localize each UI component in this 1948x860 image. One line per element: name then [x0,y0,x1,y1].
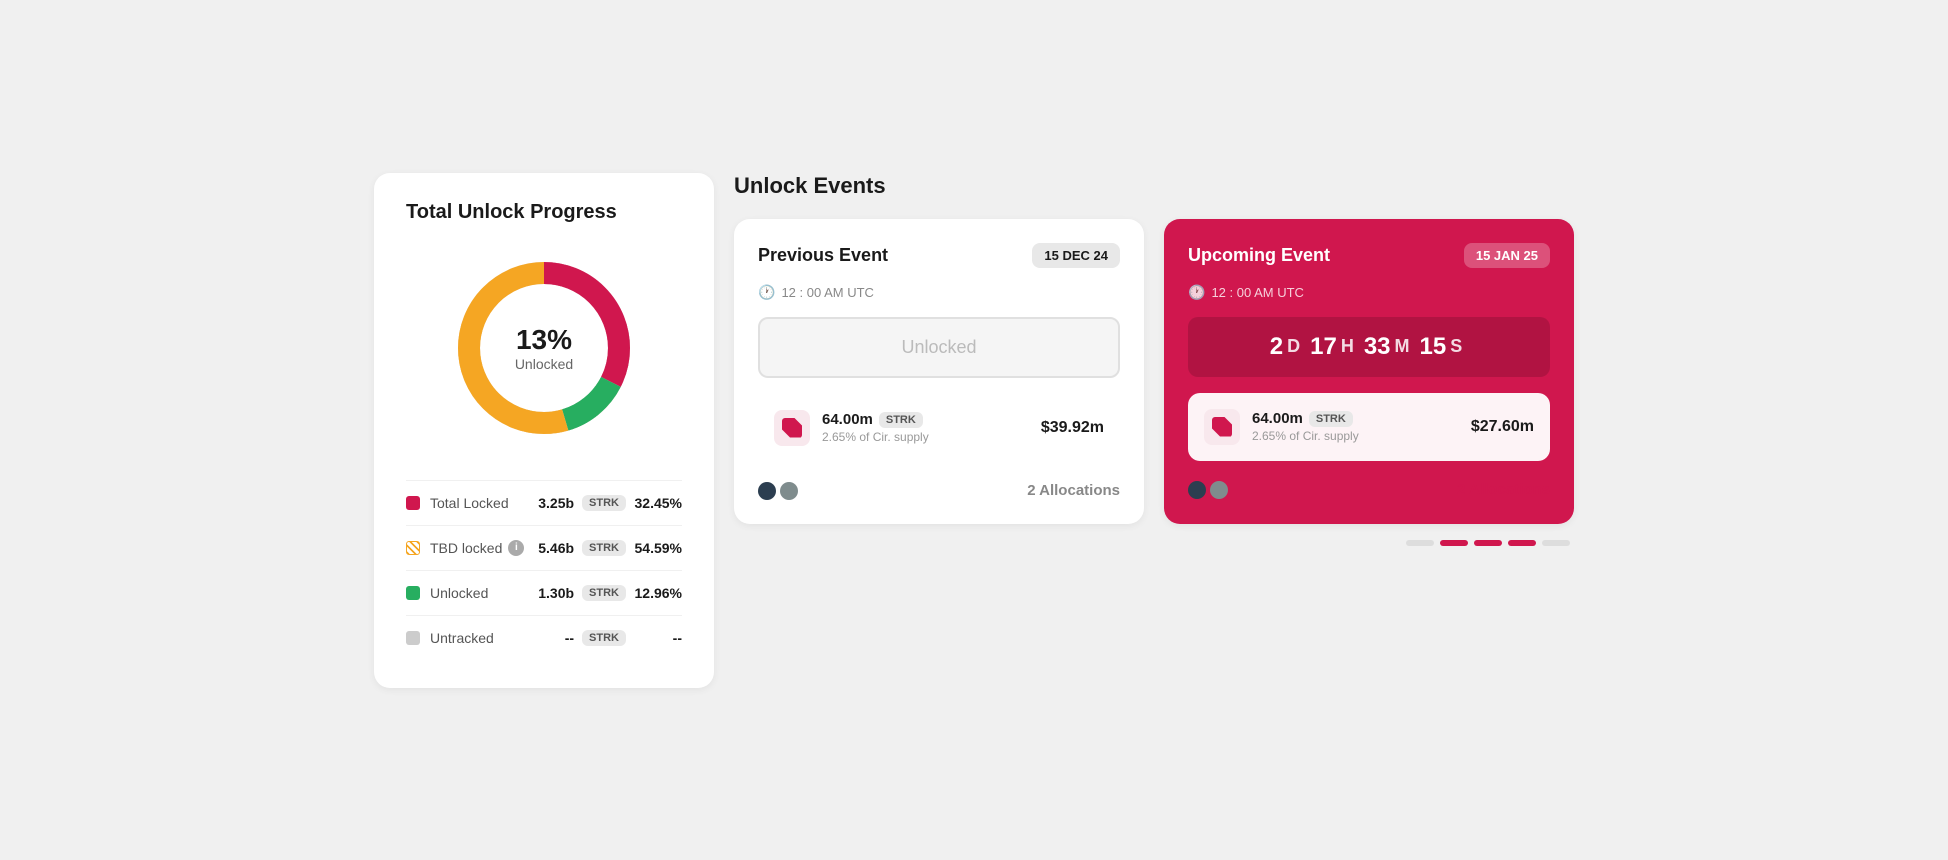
countdown-seconds-unit: S [1450,336,1462,357]
page-dot-1[interactable] [1406,540,1434,546]
locked-pct: 32.45% [634,495,682,511]
tbd-badge: STRK [582,540,626,556]
untracked-label: Untracked [430,630,565,646]
unlocked-pct: 12.96% [634,585,682,601]
prev-token-amount: 64.00m [822,411,873,428]
upcoming-token-amount-row: 64.00m STRK [1252,410,1459,427]
page-dot-2[interactable] [1440,540,1468,546]
tbd-info-icon[interactable]: i [508,540,524,556]
legend-list: Total Locked 3.25b STRK 32.45% TBD locke… [406,480,682,660]
prev-token-usd: $39.92m [1041,419,1104,437]
unlocked-status-button: Unlocked [758,317,1120,378]
prev-event-header: Previous Event 15 DEC 24 [758,243,1120,268]
countdown-days: 2 [1270,333,1283,361]
prev-token-supply: 2.65% of Cir. supply [822,430,1029,444]
unlocked-label: Unlocked [430,585,538,601]
upcoming-token-amount: 64.00m [1252,410,1303,427]
upcoming-token-icon [1204,409,1240,445]
upcoming-token-info: 64.00m STRK 2.65% of Cir. supply [1252,410,1459,443]
page-dot-3[interactable] [1474,540,1502,546]
prev-token-icon [774,410,810,446]
events-row: Previous Event 15 DEC 24 🕐 12 : 00 AM UT… [734,219,1574,524]
upcoming-token-usd: $27.60m [1471,418,1534,436]
left-panel-title: Total Unlock Progress [406,201,682,224]
countdown-hours-unit: H [1341,336,1354,357]
upcoming-event-header: Upcoming Event 15 JAN 25 [1188,243,1550,268]
untracked-color-swatch [406,631,420,645]
donut-center: 13% Unlocked [515,324,573,372]
main-container: Total Unlock Progress [354,153,1594,708]
prev-event-title: Previous Event [758,245,888,266]
legend-item-locked: Total Locked 3.25b STRK 32.45% [406,480,682,525]
dot-1 [758,482,776,500]
untracked-value: -- [565,630,574,646]
locked-color-swatch [406,496,420,510]
strk-logo [782,418,802,438]
donut-wrapper: 13% Unlocked [406,248,682,448]
unlocked-value: 1.30b [538,585,574,601]
legend-item-untracked: Untracked -- STRK -- [406,615,682,660]
upcoming-dot-2 [1210,481,1228,499]
countdown-minutes: 33 [1364,333,1391,361]
page-dot-5[interactable] [1542,540,1570,546]
prev-allocation-dots [758,482,798,500]
tbd-label: TBD locked i [430,540,538,556]
tbd-pct: 54.59% [634,540,682,556]
untracked-badge: STRK [582,630,626,646]
upcoming-token-badge: STRK [1309,411,1353,427]
upcoming-event-card: Upcoming Event 15 JAN 25 🕐 12 : 00 AM UT… [1164,219,1574,524]
upcoming-event-time: 🕐 12 : 00 AM UTC [1188,284,1550,301]
donut-label: Unlocked [515,356,573,372]
prev-allocations-row: 2 Allocations [758,478,1120,500]
upcoming-event-title: Upcoming Event [1188,245,1330,266]
unlocked-badge: STRK [582,585,626,601]
tbd-value: 5.46b [538,540,574,556]
previous-event-card: Previous Event 15 DEC 24 🕐 12 : 00 AM UT… [734,219,1144,524]
upcoming-allocations-label: 2 Allocations [1457,481,1550,498]
countdown-hours: 17 [1310,333,1337,361]
tbd-color-swatch [406,541,420,555]
donut-percent: 13% [515,324,573,356]
upcoming-token-supply: 2.65% of Cir. supply [1252,429,1459,443]
donut-chart: 13% Unlocked [444,248,644,448]
right-panel: Unlock Events Previous Event 15 DEC 24 🕐… [734,173,1574,688]
prev-token-info: 64.00m STRK 2.65% of Cir. supply [822,411,1029,444]
dot-2 [780,482,798,500]
upcoming-allocation-dots [1188,481,1228,499]
pagination-dots [734,540,1574,546]
prev-allocations-label: 2 Allocations [1027,482,1120,499]
countdown-box: 2 D 17 H 33 M 15 S [1188,317,1550,377]
upcoming-event-date: 15 JAN 25 [1464,243,1550,268]
prev-token-row: 64.00m STRK 2.65% of Cir. supply $39.92m [758,394,1120,462]
upcoming-allocations-row: 2 Allocations [1188,477,1550,499]
locked-label: Total Locked [430,495,538,511]
legend-item-unlocked: Unlocked 1.30b STRK 12.96% [406,570,682,615]
prev-event-time: 🕐 12 : 00 AM UTC [758,284,1120,301]
countdown-seconds: 15 [1420,333,1447,361]
upcoming-clock-icon: 🕐 [1188,284,1205,301]
prev-token-badge: STRK [879,412,923,428]
left-panel: Total Unlock Progress [374,173,714,688]
upcoming-strk-logo [1212,417,1232,437]
untracked-pct: -- [634,630,682,646]
upcoming-dot-1 [1188,481,1206,499]
clock-icon: 🕐 [758,284,775,301]
locked-value: 3.25b [538,495,574,511]
countdown-minutes-unit: M [1395,336,1410,357]
prev-event-date: 15 DEC 24 [1032,243,1120,268]
unlocked-color-swatch [406,586,420,600]
prev-token-amount-row: 64.00m STRK [822,411,1029,428]
countdown-days-unit: D [1287,336,1300,357]
upcoming-token-row: 64.00m STRK 2.65% of Cir. supply $27.60m [1188,393,1550,461]
page-dot-4[interactable] [1508,540,1536,546]
unlock-events-title: Unlock Events [734,173,1574,199]
legend-item-tbd: TBD locked i 5.46b STRK 54.59% [406,525,682,570]
locked-badge: STRK [582,495,626,511]
